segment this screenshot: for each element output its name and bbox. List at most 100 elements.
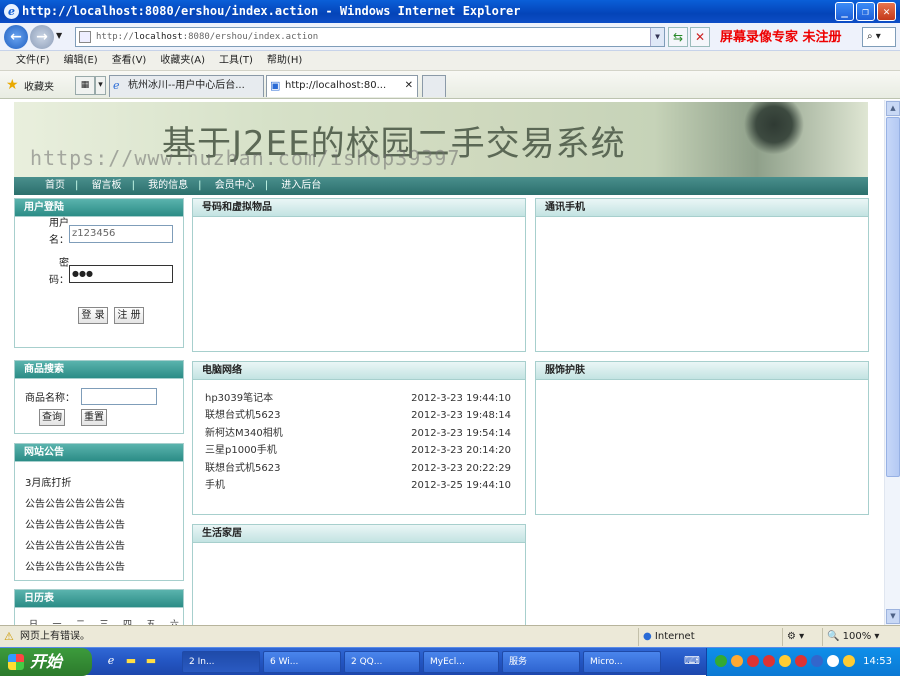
category-header: 号码和虚拟物品 — [193, 199, 525, 217]
login-button[interactable]: 登 录 — [78, 307, 108, 324]
task-microsoft[interactable]: Micro... — [583, 651, 661, 673]
minimize-button[interactable]: _ — [835, 2, 854, 21]
tray-icon[interactable] — [747, 655, 759, 667]
vertical-scrollbar[interactable]: ▲ ▼ — [884, 100, 900, 625]
status-bar: ⚠ 网页上有错误。 ● Internet ⚙ ▾ 🔍 100% ▾ — [0, 625, 900, 647]
search-icon: ⌕ — [867, 31, 873, 42]
tray-icon[interactable] — [779, 655, 791, 667]
window-title-bar: e http://localhost:8080/ershou/index.act… — [0, 0, 900, 23]
notice-item[interactable]: 公告公告公告公告公告 — [25, 495, 125, 510]
register-button[interactable]: 注 册 — [114, 307, 144, 324]
task-explorer[interactable]: 6 Wi... — [263, 651, 341, 673]
tab-localhost[interactable]: ▣ http://localhost:80... ✕ — [266, 75, 418, 97]
nav-home[interactable]: 首页 — [45, 180, 65, 191]
start-button[interactable]: 开始 — [0, 648, 92, 676]
category-home: 生活家居 — [192, 524, 526, 625]
tray-icon[interactable] — [811, 655, 823, 667]
zoom-control[interactable]: 🔍 100% ▾ — [822, 628, 898, 646]
close-button[interactable]: ✕ — [877, 2, 896, 21]
window-title: http://localhost:8080/ershou/index.actio… — [22, 4, 521, 18]
stop-button[interactable]: ✕ — [690, 27, 710, 47]
category-virtual-goods: 号码和虚拟物品 — [192, 198, 526, 352]
keyboard-icon[interactable]: ⌨ — [684, 654, 700, 668]
task-ie[interactable]: 2 In... — [182, 651, 260, 673]
tray-icon[interactable] — [715, 655, 727, 667]
clock[interactable]: 14:53 — [863, 648, 892, 676]
task-myeclipse[interactable]: MyEcl... — [423, 651, 499, 673]
tab-list-dropdown-icon[interactable]: ▾ — [95, 76, 106, 95]
system-tray: 14:53 — [706, 648, 900, 676]
password-label: 密 码： — [49, 258, 69, 286]
menu-help[interactable]: 帮助(H) — [267, 51, 302, 70]
category-header: 服饰护肤 — [536, 362, 868, 380]
address-input[interactable]: http://localhost:8080/ershou/index.actio… — [75, 27, 665, 47]
new-tab-button[interactable] — [422, 75, 446, 97]
menu-favorites[interactable]: 收藏夹(A) — [160, 51, 205, 70]
notice-item[interactable]: 3月底打折 — [25, 474, 71, 489]
calendar-header: 日历表 — [15, 590, 183, 608]
scroll-thumb[interactable] — [886, 117, 900, 477]
forward-button[interactable]: → — [30, 25, 54, 49]
menu-view[interactable]: 查看(V) — [112, 51, 147, 70]
username-label: 用户 名： — [49, 218, 69, 246]
category-computers: 电脑网络 hp3039笔记本 2012-3-23 19:44:10 联想台式机56… — [192, 361, 526, 515]
tray-icon[interactable] — [827, 655, 839, 667]
back-button[interactable]: ← — [4, 25, 28, 49]
username-input[interactable]: z123456 — [69, 225, 173, 243]
calendar-panel: 日历表 日 一 二 三 四 五 六 — [14, 589, 184, 625]
menu-file[interactable]: 文件(F) — [16, 51, 50, 70]
task-services[interactable]: 服务 — [502, 651, 580, 673]
query-button[interactable]: 查询 — [39, 409, 65, 426]
folder-quicklaunch-icon[interactable]: ▬ — [144, 654, 158, 668]
tray-icon[interactable] — [763, 655, 775, 667]
search-button[interactable]: ⌕ ▾ — [862, 27, 896, 47]
login-panel: 用户登陆 用户 名： z123456 密 码： ●●● 登 录 注 册 — [14, 198, 184, 348]
scroll-up-icon[interactable]: ▲ — [886, 101, 900, 116]
task-qq[interactable]: 2 QQ... — [344, 651, 420, 673]
page-icon: ▣ — [270, 79, 281, 92]
maximize-button[interactable]: ❐ — [856, 2, 875, 21]
category-header: 生活家居 — [193, 525, 525, 543]
nav-my-info[interactable]: 我的信息 — [148, 180, 188, 191]
folder-quicklaunch-icon[interactable]: ▬ — [124, 654, 138, 668]
menu-tools[interactable]: 工具(T) — [219, 51, 253, 70]
banner-decoration — [744, 102, 804, 177]
product-name-input[interactable] — [81, 388, 157, 405]
favorites-star-icon[interactable]: ★ — [6, 77, 19, 93]
nav-guestbook[interactable]: 留言板 — [92, 180, 122, 191]
history-dropdown-icon[interactable]: ▼ — [56, 31, 62, 40]
notice-item[interactable]: 公告公告公告公告公告 — [25, 537, 125, 552]
refresh-button[interactable]: ⇆ — [668, 27, 688, 47]
product-search-panel: 商品搜索 商品名称： 查询 重置 — [14, 360, 184, 434]
ie-page-icon: e — [113, 79, 120, 92]
calendar-weekdays: 日 一 二 三 四 五 六 — [29, 620, 179, 625]
search-header: 商品搜索 — [15, 361, 183, 379]
notice-item[interactable]: 公告公告公告公告公告 — [25, 516, 125, 531]
favorites-label[interactable]: 收藏夹 — [24, 78, 54, 93]
reset-button[interactable]: 重置 — [81, 409, 107, 426]
tray-icon[interactable] — [795, 655, 807, 667]
protected-mode-icon[interactable]: ⚙ ▾ — [782, 628, 820, 646]
address-dropdown-icon[interactable]: ▼ — [650, 28, 664, 46]
notice-panel: 网站公告 3月底打折 公告公告公告公告公告 公告公告公告公告公告 公告公告公告公… — [14, 443, 184, 581]
notice-item[interactable]: 公告公告公告公告公告 — [25, 558, 125, 573]
menu-edit[interactable]: 编辑(E) — [64, 51, 98, 70]
site-nav: 首页 | 留言板 | 我的信息 | 会员中心 | 进入后台 — [14, 177, 868, 195]
tab-close-icon[interactable]: ✕ — [405, 76, 413, 96]
warning-icon[interactable]: ⚠ — [4, 626, 14, 647]
windows-flag-icon — [8, 654, 24, 670]
shield-icon[interactable] — [843, 655, 855, 667]
site-banner: 基于J2EE的校园二手交易系统 https://www.huzhan.com/i… — [14, 102, 868, 177]
quick-tabs-icon[interactable]: ▦ — [75, 76, 95, 95]
scroll-down-icon[interactable]: ▼ — [886, 609, 900, 624]
tab-user-center[interactable]: e 杭州冰川--用户中心后台... — [109, 75, 264, 97]
category-header: 通讯手机 — [536, 199, 868, 217]
notice-header: 网站公告 — [15, 444, 183, 462]
tray-icon[interactable] — [731, 655, 743, 667]
ie-quicklaunch-icon[interactable]: e — [104, 654, 118, 668]
menu-bar: 文件(F) 编辑(E) 查看(V) 收藏夹(A) 工具(T) 帮助(H) — [0, 51, 900, 71]
nav-member-center[interactable]: 会员中心 — [215, 180, 255, 191]
password-input[interactable]: ●●● — [69, 265, 173, 283]
status-message[interactable]: 网页上有错误。 — [20, 626, 90, 647]
nav-admin[interactable]: 进入后台 — [281, 180, 321, 191]
